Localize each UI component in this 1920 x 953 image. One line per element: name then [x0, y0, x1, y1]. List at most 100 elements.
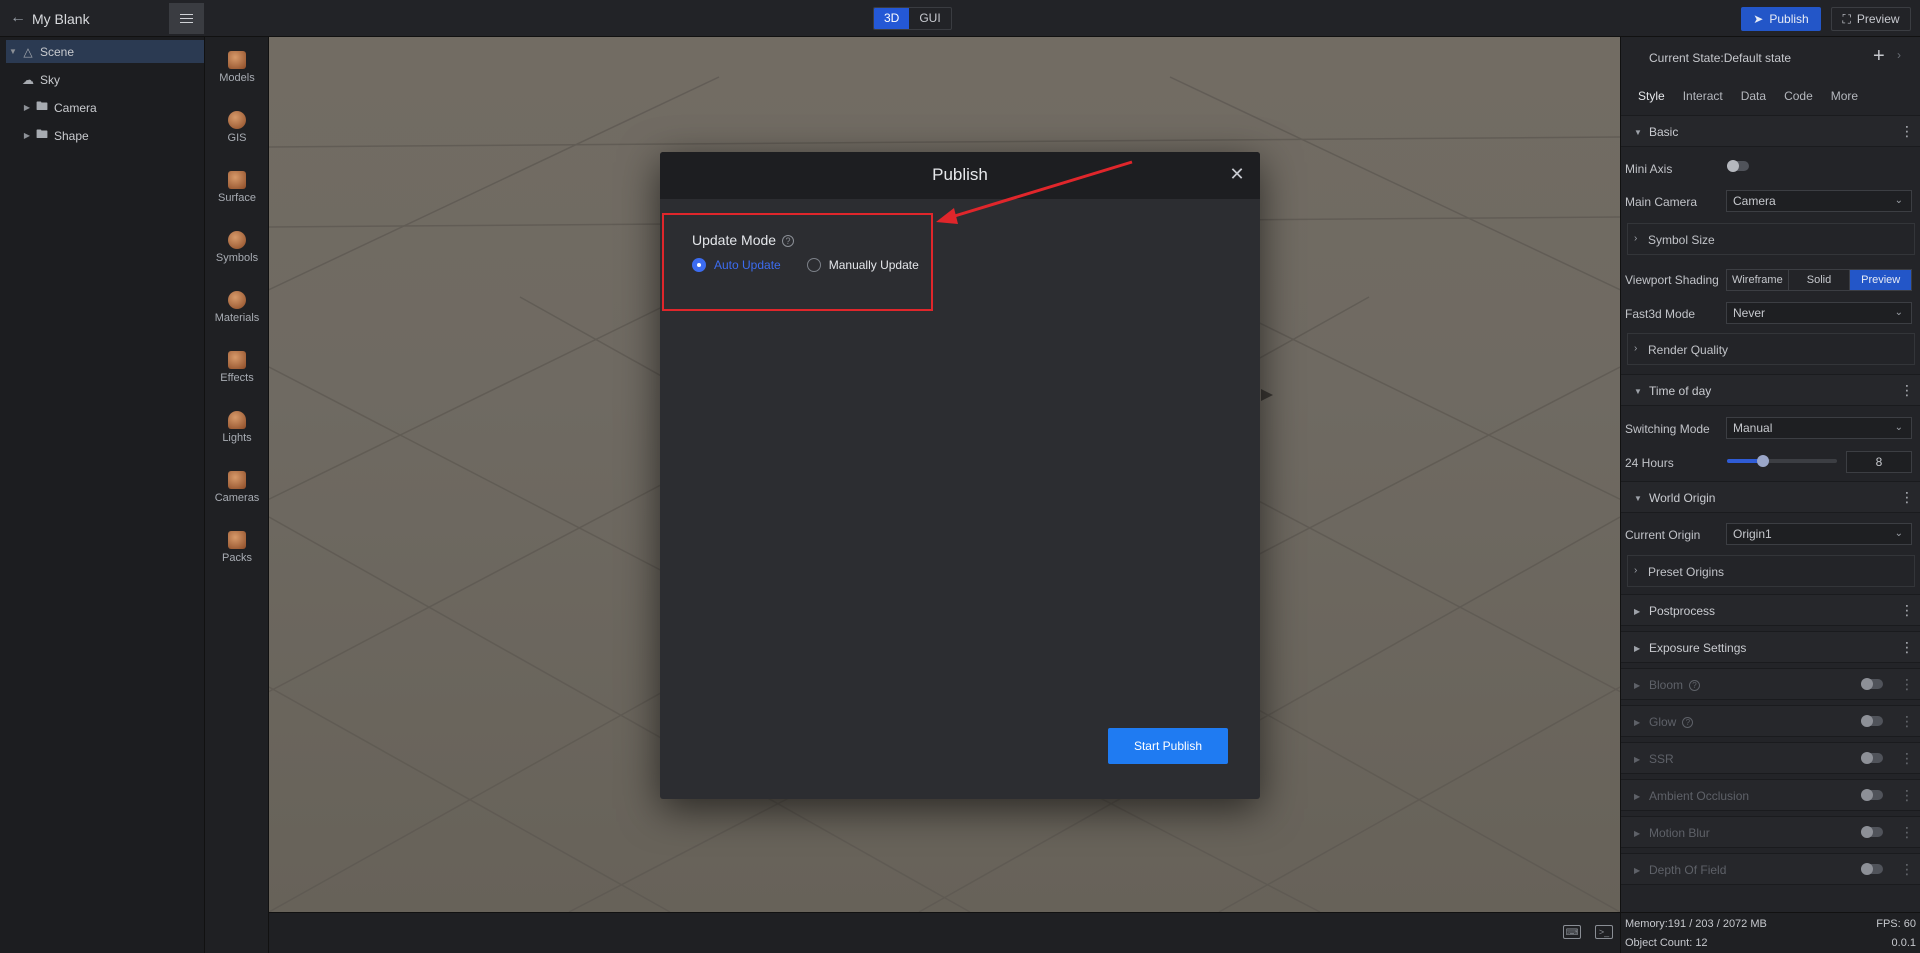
kebab-menu-icon[interactable]: ⋮: [1900, 640, 1914, 654]
hours-slider-handle[interactable]: [1757, 455, 1770, 467]
asset-lights[interactable]: Lights: [205, 401, 269, 457]
project-title: My Blank: [32, 11, 90, 27]
section-bloom[interactable]: ▶ Bloom? ⋮: [1621, 668, 1920, 700]
asset-surface[interactable]: Surface: [205, 161, 269, 217]
shading-preview[interactable]: Preview: [1850, 270, 1912, 290]
kebab-menu-icon[interactable]: ⋮: [1900, 751, 1914, 765]
tree-item-camera[interactable]: ▶ 🖿 Camera: [20, 96, 204, 119]
asset-cameras[interactable]: Cameras: [205, 461, 269, 517]
tree-item-sky[interactable]: ☁ Sky: [20, 68, 204, 91]
hours-label: 24 Hours: [1625, 456, 1674, 470]
tab-data[interactable]: Data: [1732, 86, 1775, 106]
main-camera-label: Main Camera: [1625, 195, 1698, 209]
help-icon[interactable]: ?: [1682, 717, 1694, 728]
switching-mode-label: Switching Mode: [1625, 422, 1710, 436]
section-basic[interactable]: ▼ Basic ⋮: [1621, 115, 1920, 147]
help-icon[interactable]: ?: [782, 235, 795, 247]
property-tabs: Style Interact Data Code More: [1629, 86, 1867, 106]
scene-icon: △: [23, 44, 33, 59]
terminal-icon[interactable]: >_: [1595, 925, 1613, 939]
asset-effects[interactable]: Effects: [205, 341, 269, 397]
asset-models[interactable]: Models: [205, 41, 269, 97]
section-motion-blur[interactable]: ▶ Motion Blur ⋮: [1621, 816, 1920, 848]
depth-of-field-toggle[interactable]: [1861, 863, 1883, 875]
top-bar: ← My Blank 3D GUI ➤ Publish ⛶ Preview: [0, 0, 1920, 37]
shading-wireframe[interactable]: Wireframe: [1727, 270, 1789, 290]
section-exposure-settings[interactable]: ▶ Exposure Settings ⋮: [1621, 631, 1920, 663]
mini-axis-toggle[interactable]: [1727, 160, 1749, 172]
section-glow[interactable]: ▶ Glow? ⋮: [1621, 705, 1920, 737]
glow-toggle[interactable]: [1861, 715, 1883, 727]
kebab-menu-icon[interactable]: ⋮: [1900, 788, 1914, 802]
publish-dialog: Publish ✕ Update Mode? Auto Update Manua…: [660, 152, 1260, 799]
kebab-menu-icon[interactable]: ⋮: [1900, 825, 1914, 839]
motion-blur-toggle[interactable]: [1861, 826, 1883, 838]
tree-item-scene[interactable]: ▼ △ Scene: [6, 40, 204, 63]
section-ambient-occlusion[interactable]: ▶ Ambient Occlusion ⋮: [1621, 779, 1920, 811]
asset-packs[interactable]: Packs: [205, 521, 269, 577]
start-publish-button[interactable]: Start Publish: [1108, 728, 1228, 764]
collapsed-arrow-icon[interactable]: ▶: [20, 131, 34, 140]
kebab-menu-icon[interactable]: ⋮: [1900, 383, 1914, 397]
asset-gis[interactable]: GIS: [205, 101, 269, 157]
close-icon[interactable]: ✕: [1228, 165, 1246, 183]
chevron-down-icon: ⌄: [1894, 307, 1903, 318]
kebab-menu-icon[interactable]: ⋮: [1900, 603, 1914, 617]
ambient-occlusion-toggle[interactable]: [1861, 789, 1883, 801]
collapsed-arrow-icon: ▶: [1634, 866, 1641, 875]
menu-button[interactable]: [169, 3, 204, 34]
chevron-right-icon[interactable]: ›: [1897, 48, 1901, 62]
tab-more[interactable]: More: [1822, 86, 1867, 106]
section-postprocess[interactable]: ▶ Postprocess ⋮: [1621, 594, 1920, 626]
back-arrow-icon[interactable]: ←: [10, 10, 26, 26]
asset-materials[interactable]: Materials: [205, 281, 269, 337]
shading-solid[interactable]: Solid: [1789, 270, 1851, 290]
tab-interact[interactable]: Interact: [1674, 86, 1732, 106]
kebab-menu-icon[interactable]: ⋮: [1900, 490, 1914, 504]
bloom-toggle[interactable]: [1861, 678, 1883, 690]
tab-style[interactable]: Style: [1629, 86, 1674, 106]
hours-slider[interactable]: [1727, 455, 1837, 467]
kebab-menu-icon[interactable]: ⋮: [1900, 124, 1914, 138]
section-ssr[interactable]: ▶ SSR ⋮: [1621, 742, 1920, 774]
chevron-right-icon: ›: [1634, 343, 1638, 354]
manual-update-radio[interactable]: [806, 258, 821, 272]
collapsed-arrow-icon: ▶: [1634, 644, 1641, 653]
memory-stat: Memory:191 / 203 / 2072 MB: [1625, 918, 1767, 930]
section-world-origin[interactable]: ▼ World Origin ⋮: [1621, 481, 1920, 513]
switching-mode-select[interactable]: Manual ⌄: [1726, 417, 1912, 439]
collapsed-arrow-icon[interactable]: ▶: [20, 103, 34, 112]
section-depth-of-field[interactable]: ▶ Depth Of Field ⋮: [1621, 853, 1920, 885]
kebab-menu-icon[interactable]: ⋮: [1900, 677, 1914, 691]
manual-update-label[interactable]: Manually Update: [829, 258, 919, 272]
publish-button[interactable]: ➤ Publish: [1741, 7, 1821, 31]
preview-button[interactable]: ⛶ Preview: [1831, 7, 1911, 31]
stats-footer: Memory:191 / 203 / 2072 MB FPS: 60 Objec…: [1620, 912, 1920, 953]
folder-icon: 🖿: [35, 127, 48, 141]
kebab-menu-icon[interactable]: ⋮: [1900, 714, 1914, 728]
auto-update-label[interactable]: Auto Update: [714, 258, 781, 272]
keyboard-icon[interactable]: ⌨: [1563, 925, 1581, 939]
tab-code[interactable]: Code: [1775, 86, 1822, 106]
hours-input[interactable]: 8: [1846, 451, 1912, 473]
current-state: Current State:Default state: [1649, 51, 1792, 65]
kebab-menu-icon[interactable]: ⋮: [1900, 862, 1914, 876]
current-origin-select[interactable]: Origin1 ⌄: [1726, 523, 1912, 545]
auto-update-radio[interactable]: [692, 258, 706, 272]
main-camera-select[interactable]: Camera ⌄: [1726, 190, 1912, 212]
subsection-render-quality[interactable]: › Render Quality: [1627, 333, 1915, 365]
mode-gui-button[interactable]: GUI: [909, 8, 950, 29]
subsection-preset-origins[interactable]: › Preset Origins: [1627, 555, 1915, 587]
subsection-symbol-size[interactable]: › Symbol Size: [1627, 223, 1915, 255]
fast3d-mode-select[interactable]: Never ⌄: [1726, 302, 1912, 324]
update-mode-radio-group: Auto Update Manually Update: [692, 258, 919, 272]
hamburger-icon: [180, 17, 193, 20]
section-time-of-day[interactable]: ▼ Time of day ⋮: [1621, 374, 1920, 406]
expand-arrow-icon[interactable]: ▼: [6, 47, 20, 56]
tree-item-shape[interactable]: ▶ 🖿 Shape: [20, 124, 204, 147]
plus-icon[interactable]: +: [1873, 45, 1885, 68]
mode-3d-button[interactable]: 3D: [874, 8, 910, 29]
ssr-toggle[interactable]: [1861, 752, 1883, 764]
help-icon[interactable]: ?: [1689, 680, 1701, 691]
asset-symbols[interactable]: Symbols: [205, 221, 269, 277]
